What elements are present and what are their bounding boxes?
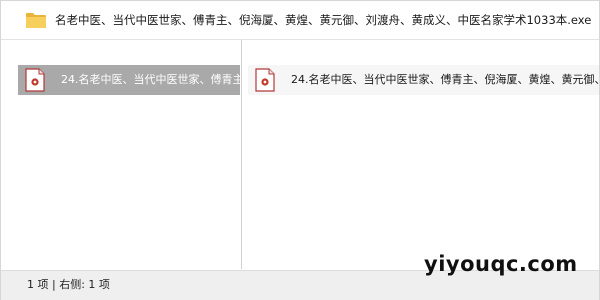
right-pane[interactable]: 24.名老中医、当代中医世家、傅青主、倪海厦、黄煌、黄元御、刘渡舟、黄成义、中医… (242, 40, 599, 269)
status-text: 1 项 | 右侧: 1 项 (27, 278, 110, 291)
title-bar: 名老中医、当代中医世家、傅青主、倪海厦、黄煌、黄元御、刘渡舟、黄成义、中医名家学… (1, 1, 599, 40)
left-pane[interactable]: 24.名老中医、当代中医世家、傅青主、倪海厦、黄煌、黄元御、刘渡舟、黄成义、中医… (1, 40, 242, 269)
list-item[interactable]: 24.名老中医、当代中医世家、傅青主、倪海厦、黄煌、黄元御、刘渡舟、黄成义、中医… (18, 65, 240, 95)
exe-file-icon (25, 68, 45, 92)
file-name: 24.名老中医、当代中医世家、傅青主、倪海厦、黄煌、黄元御、刘渡舟、黄成义、中医… (61, 73, 240, 86)
exe-file-icon (255, 68, 275, 92)
window-title: 名老中医、当代中医世家、傅青主、倪海厦、黄煌、黄元御、刘渡舟、黄成义、中医名家学… (55, 13, 595, 27)
file-name: 24.名老中医、当代中医世家、傅青主、倪海厦、黄煌、黄元御、刘渡舟、黄成义、中医… (291, 73, 599, 86)
watermark-text: yiyouqc.com (424, 252, 578, 276)
folder-icon (26, 13, 46, 28)
list-item[interactable]: 24.名老中医、当代中医世家、傅青主、倪海厦、黄煌、黄元御、刘渡舟、黄成义、中医… (248, 65, 599, 95)
